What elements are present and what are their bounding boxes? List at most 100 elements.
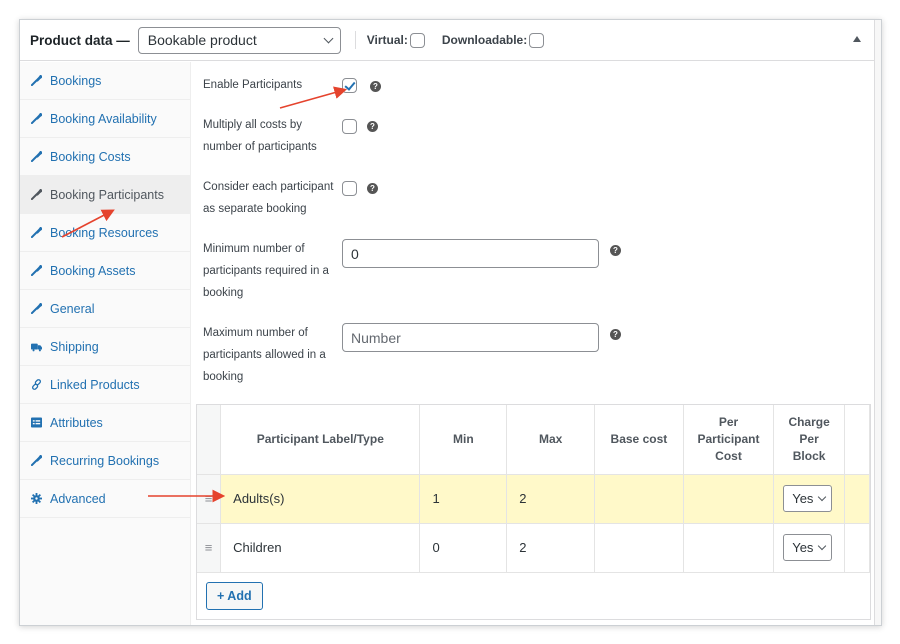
chevron-down-icon <box>818 492 827 501</box>
sidebar-item-label: General <box>50 301 95 316</box>
cell-per-participant-cost[interactable] <box>683 474 775 524</box>
scrollbar[interactable] <box>874 20 881 625</box>
virtual-option[interactable]: Virtual: <box>366 32 425 48</box>
header-line: Per <box>718 414 739 429</box>
col-max: Max <box>506 405 596 475</box>
wrench-icon <box>31 265 42 277</box>
sidebar-item-label: Booking Assets <box>50 263 136 278</box>
header-line: Charge <box>788 414 830 429</box>
col-charge-per-block: Charge Per Block <box>773 405 845 475</box>
multiply-costs-checkbox[interactable] <box>342 119 357 134</box>
max-participants-label: Maximum number of participants allowed i… <box>203 322 326 388</box>
panel-title: Product data — <box>30 32 130 48</box>
label-line: Multiply all costs by <box>203 119 303 131</box>
sidebar-item-general[interactable]: General <box>20 290 190 328</box>
cell-base-cost[interactable] <box>594 474 684 524</box>
label-line: booking <box>203 371 244 383</box>
max-participants-input[interactable]: Number <box>342 323 599 352</box>
select-value: Yes <box>792 491 814 506</box>
enable-participants-checkbox[interactable] <box>342 78 357 93</box>
table-header-row: Participant Label/Type Min Max Base cost… <box>197 405 870 475</box>
cell-min[interactable]: 0 <box>419 523 508 573</box>
cell-max[interactable]: 2 <box>506 474 596 524</box>
table-row: ≡ Adults(s) 1 2 Yes <box>197 474 870 524</box>
drag-handle-icon[interactable]: ≡ <box>197 523 222 573</box>
downloadable-label: Downloadable: <box>441 33 528 47</box>
cell-actions <box>844 523 870 573</box>
separate-booking-checkbox[interactable] <box>342 181 357 196</box>
sidebar-item-booking-participants[interactable]: Booking Participants <box>20 176 190 214</box>
sidebar-item-label: Linked Products <box>50 377 140 392</box>
participant-types-table: Participant Label/Type Min Max Base cost… <box>196 404 871 620</box>
link-icon <box>31 379 42 391</box>
header-line: Cost <box>715 448 742 463</box>
col-min: Min <box>419 405 508 475</box>
separate-booking-label: Consider each participant as separate bo… <box>203 176 333 220</box>
min-participants-input[interactable]: 0 <box>342 239 599 268</box>
product-type-select[interactable]: Bookable product <box>137 26 341 54</box>
sidebar-item-label: Booking Availability <box>50 111 157 126</box>
question-circle-icon[interactable]: ? <box>610 245 621 256</box>
sidebar-item-attributes[interactable]: Attributes <box>20 404 190 442</box>
divider <box>354 31 356 49</box>
gear-icon <box>31 493 42 505</box>
cell-min[interactable]: 1 <box>419 474 508 524</box>
sidebar-item-linked-products[interactable]: Linked Products <box>20 366 190 404</box>
header-line: Block <box>792 448 826 463</box>
sidebar-item-label: Bookings <box>50 73 102 88</box>
col-base-cost: Base cost <box>594 405 684 475</box>
cell-label[interactable]: Children <box>220 523 421 573</box>
cell-max[interactable]: 2 <box>506 523 596 573</box>
header-line: Per <box>799 431 819 446</box>
question-circle-icon[interactable]: ? <box>610 329 621 340</box>
virtual-label: Virtual: <box>366 33 408 47</box>
cell-base-cost[interactable] <box>594 523 684 573</box>
sidebar-item-booking-resources[interactable]: Booking Resources <box>20 214 190 252</box>
handle-header <box>197 405 222 475</box>
label-line: participants allowed in a <box>203 349 326 361</box>
label-line: participants required in a <box>203 265 329 277</box>
participants-panel: Enable Participants ? Multiply all costs… <box>191 62 873 625</box>
triangle-up-icon[interactable] <box>853 36 861 42</box>
enable-participants-label: Enable Participants <box>203 79 303 91</box>
sidebar-item-booking-availability[interactable]: Booking Availability <box>20 100 190 138</box>
sidebar-item-booking-assets[interactable]: Booking Assets <box>20 252 190 290</box>
table-footer: + Add <box>197 573 870 620</box>
select-value: Yes <box>792 540 814 555</box>
multiply-costs-label: Multiply all costs by number of particip… <box>203 114 317 158</box>
min-participants-label: Minimum number of participants required … <box>203 238 329 304</box>
cell-label[interactable]: Adults(s) <box>220 474 421 524</box>
label-line: Consider each participant <box>203 181 334 193</box>
sidebar-item-label: Shipping <box>50 339 99 354</box>
question-circle-icon[interactable]: ? <box>367 183 378 194</box>
sidebar-item-label: Booking Costs <box>50 149 131 164</box>
product-data-tabs: Bookings Booking Availability Booking Co… <box>20 62 191 625</box>
virtual-checkbox[interactable] <box>409 32 425 48</box>
chevron-down-icon <box>323 33 334 43</box>
downloadable-checkbox[interactable] <box>529 32 545 48</box>
wrench-icon <box>31 189 42 201</box>
charge-per-block-select[interactable]: Yes <box>783 485 833 512</box>
sidebar-item-label: Booking Resources <box>50 225 159 240</box>
question-circle-icon[interactable]: ? <box>370 81 381 92</box>
question-circle-icon[interactable]: ? <box>367 121 378 132</box>
downloadable-option[interactable]: Downloadable: <box>441 32 545 48</box>
add-participant-button[interactable]: + Add <box>206 581 263 610</box>
wrench-icon <box>31 151 42 163</box>
cell-per-participant-cost[interactable] <box>683 523 775 573</box>
col-per-participant-cost: Per Participant Cost <box>683 405 775 475</box>
sidebar-item-bookings[interactable]: Bookings <box>20 62 190 100</box>
list-icon <box>31 417 42 429</box>
col-actions <box>844 405 870 475</box>
product-type-value: Bookable product <box>147 32 257 48</box>
sidebar-item-shipping[interactable]: Shipping <box>20 328 190 366</box>
table-row: ≡ Children 0 2 Yes <box>197 523 870 573</box>
sidebar-item-booking-costs[interactable]: Booking Costs <box>20 138 190 176</box>
sidebar-item-recurring-bookings[interactable]: Recurring Bookings <box>20 442 190 480</box>
charge-per-block-select[interactable]: Yes <box>783 534 833 561</box>
drag-handle-icon[interactable]: ≡ <box>197 474 222 524</box>
chevron-down-icon <box>818 541 827 550</box>
sidebar-item-advanced[interactable]: Advanced <box>20 480 190 518</box>
wrench-icon <box>31 113 42 125</box>
col-label: Participant Label/Type <box>220 405 421 475</box>
